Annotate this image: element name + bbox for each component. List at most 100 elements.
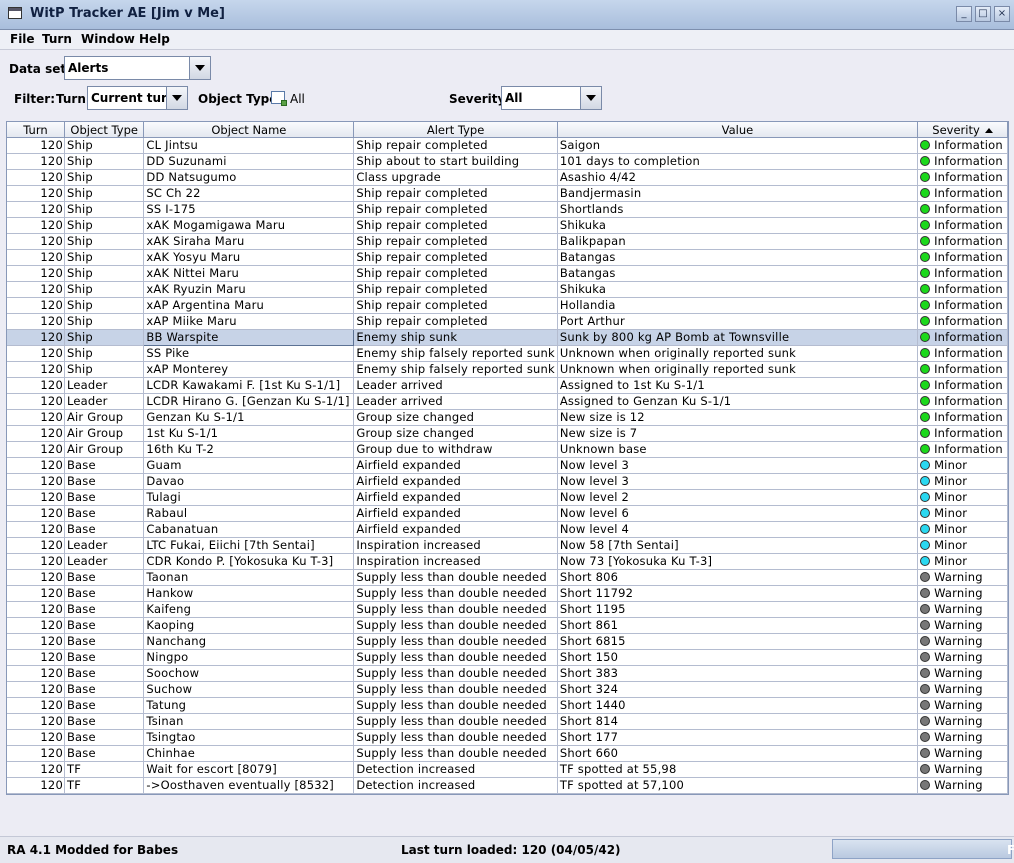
table-row[interactable]: 120 Base Suchow Supply less than double nee… — [7, 681, 1008, 698]
table-row[interactable]: 120 Base Hankow Supply less than double nee… — [7, 585, 1008, 602]
table-row[interactable]: 120 Base Tsinan Supply less than double nee… — [7, 713, 1008, 730]
severity-label-text: Warning — [934, 666, 983, 680]
table-row[interactable]: 120 Base Chinhae Supply less than double ne… — [7, 745, 1008, 762]
table-row[interactable]: 120 Air Group Genzan Ku S-1/1 Group size ch… — [7, 409, 1008, 426]
cell-object-name: Nanchang — [143, 633, 355, 650]
cell-object-type: Ship — [64, 153, 145, 170]
close-button[interactable]: × — [994, 6, 1010, 22]
table-row[interactable]: 120 Ship xAP Argentina Maru Ship repair com… — [7, 297, 1008, 314]
cell-object-type: Air Group — [64, 441, 145, 458]
column-header-severity[interactable]: Severity — [917, 122, 1008, 138]
cell-value: Now level 3 — [557, 473, 919, 490]
table-row[interactable]: 120 TF Wait for escort [8079] Detection inc… — [7, 761, 1008, 778]
maximize-button[interactable]: □ — [975, 6, 991, 22]
severity-dot-icon — [920, 140, 931, 150]
table-row[interactable]: 120 Base Ningpo Supply less than double nee… — [7, 649, 1008, 666]
table-row[interactable]: 120 Ship DD Suzunami Ship about to start bu… — [7, 153, 1008, 170]
cell-object-type: Ship — [64, 345, 145, 362]
table-row[interactable]: 120 Ship xAK Yosyu Maru Ship repair complet… — [7, 249, 1008, 266]
progress-bar: F — [832, 839, 1014, 859]
table-row[interactable]: 120 Ship xAP Monterey Enemy ship falsely re… — [7, 361, 1008, 378]
column-header-object-name[interactable]: Object Name — [143, 122, 355, 138]
cell-object-name: xAP Miike Maru — [143, 313, 355, 330]
cell-turn: 120 — [7, 633, 65, 650]
table-row[interactable]: 120 Base Guam Airfield expanded Now level 3 M… — [7, 457, 1008, 474]
column-header-value[interactable]: Value — [557, 122, 919, 138]
column-header-alert-type[interactable]: Alert Type — [353, 122, 558, 138]
object-type-value[interactable]: All — [290, 92, 305, 106]
cell-alert-type: Supply less than double needed — [353, 745, 558, 762]
table-row[interactable]: 120 Ship xAK Nittei Maru Ship repair comple… — [7, 265, 1008, 282]
cell-severity: Warning — [917, 665, 1008, 682]
cell-alert-type: Detection increased — [353, 777, 558, 794]
severity-label-text: Minor — [934, 538, 968, 552]
table-row[interactable]: 120 Base Tsingtao Supply less than double n… — [7, 729, 1008, 746]
table-row[interactable]: 120 Ship xAK Ryuzin Maru Ship repair comple… — [7, 281, 1008, 298]
table-row[interactable]: 120 Base Nanchang Supply less than double n… — [7, 633, 1008, 650]
cell-value: Short 383 — [557, 665, 919, 682]
cell-severity: Information — [917, 249, 1008, 266]
chevron-down-icon[interactable] — [189, 57, 210, 79]
cell-alert-type: Ship repair completed — [353, 217, 558, 234]
cell-turn: 120 — [7, 137, 65, 154]
column-header-turn[interactable]: Turn — [7, 122, 65, 138]
table-row[interactable]: 120 Leader CDR Kondo P. [Yokosuka Ku T-3] I… — [7, 553, 1008, 570]
cell-object-name: CDR Kondo P. [Yokosuka Ku T-3] — [143, 553, 355, 570]
severity-label-text: Information — [934, 170, 1003, 184]
menu-window[interactable]: Window — [81, 32, 135, 46]
table-row[interactable]: 120 Ship SS I-175 Ship repair completed Shor… — [7, 201, 1008, 218]
table-row[interactable]: 120 Air Group 1st Ku S-1/1 Group size chang… — [7, 425, 1008, 442]
menu-file[interactable]: File — [10, 32, 35, 46]
cell-object-type: Leader — [64, 537, 145, 554]
table-row[interactable]: 120 Ship SS Pike Enemy ship falsely reporte… — [7, 345, 1008, 362]
cell-turn: 120 — [7, 537, 65, 554]
table-row[interactable]: 120 Leader LCDR Hirano G. [Genzan Ku S-1/1… — [7, 393, 1008, 410]
table-row[interactable]: 120 Ship SC Ch 22 Ship repair completed Band… — [7, 185, 1008, 202]
table-row[interactable]: 120 Leader LTC Fukai, Eiichi [7th Sentai] I… — [7, 537, 1008, 554]
table-row[interactable]: 120 Base Taonan Supply less than double nee… — [7, 569, 1008, 586]
alerts-table-container[interactable]: Turn Object Type Object Name Alert Type … — [6, 121, 1009, 795]
table-row[interactable]: 120 Base Rabaul Airfield expanded Now level … — [7, 505, 1008, 522]
severity-dot-icon — [920, 380, 931, 390]
cell-turn: 120 — [7, 729, 65, 746]
dataset-select[interactable]: Alerts — [64, 56, 211, 80]
table-row[interactable]: 120 Ship DD Natsugumo Class upgrade Asashio … — [7, 169, 1008, 186]
cell-object-type: Base — [64, 697, 145, 714]
table-row[interactable]: 120 Ship CL Jintsu Ship repair completed Sai… — [7, 137, 1008, 154]
severity-label-text: Minor — [934, 490, 968, 504]
table-row[interactable]: 120 Ship BB Warspite Enemy ship sunk Sunk by… — [7, 329, 1008, 346]
cell-turn: 120 — [7, 569, 65, 586]
table-row[interactable]: 120 Base Kaifeng Supply less than double ne… — [7, 601, 1008, 618]
object-type-filter-icon[interactable] — [271, 91, 287, 106]
table-row[interactable]: 120 Air Group 16th Ku T-2 Group due to with… — [7, 441, 1008, 458]
table-row[interactable]: 120 Base Davao Airfield expanded Now level 3… — [7, 473, 1008, 490]
table-row[interactable]: 120 TF ->Oosthaven eventually [8532] Detect… — [7, 777, 1008, 794]
cell-turn: 120 — [7, 521, 65, 538]
table-row[interactable]: 120 Ship xAK Siraha Maru Ship repair comple… — [7, 233, 1008, 250]
cell-object-type: Air Group — [64, 425, 145, 442]
menu-help[interactable]: Help — [139, 32, 170, 46]
turn-filter-select[interactable]: Current turn — [87, 86, 188, 110]
cell-alert-type: Airfield expanded — [353, 457, 558, 474]
cell-object-type: Base — [64, 681, 145, 698]
table-row[interactable]: 120 Base Cabanatuan Airfield expanded Now le… — [7, 521, 1008, 538]
table-row[interactable]: 120 Base Soochow Supply less than double ne… — [7, 665, 1008, 682]
severity-label-text: Information — [934, 410, 1003, 424]
severity-dot-icon — [920, 412, 931, 422]
chevron-down-icon[interactable] — [580, 87, 601, 109]
column-header-object-type[interactable]: Object Type — [64, 122, 145, 138]
table-row[interactable]: 120 Base Kaoping Supply less than double ne… — [7, 617, 1008, 634]
severity-label-text: Information — [934, 186, 1003, 200]
table-row[interactable]: 120 Leader LCDR Kawakami F. [1st Ku S-1/1]… — [7, 377, 1008, 394]
menu-turn[interactable]: Turn — [42, 32, 72, 46]
table-row[interactable]: 120 Ship xAK Mogamigawa Maru Ship repair co… — [7, 217, 1008, 234]
table-row[interactable]: 120 Ship xAP Miike Maru Ship repair complet… — [7, 313, 1008, 330]
cell-severity: Warning — [917, 697, 1008, 714]
cell-value: Short 177 — [557, 729, 919, 746]
severity-filter-select[interactable]: All — [501, 86, 602, 110]
chevron-down-icon[interactable] — [166, 87, 187, 109]
table-row[interactable]: 120 Base Tatung Supply less than double nee… — [7, 697, 1008, 714]
minimize-button[interactable]: _ — [956, 6, 972, 22]
table-row[interactable]: 120 Base Tulagi Airfield expanded Now level … — [7, 489, 1008, 506]
cell-severity: Minor — [917, 473, 1008, 490]
